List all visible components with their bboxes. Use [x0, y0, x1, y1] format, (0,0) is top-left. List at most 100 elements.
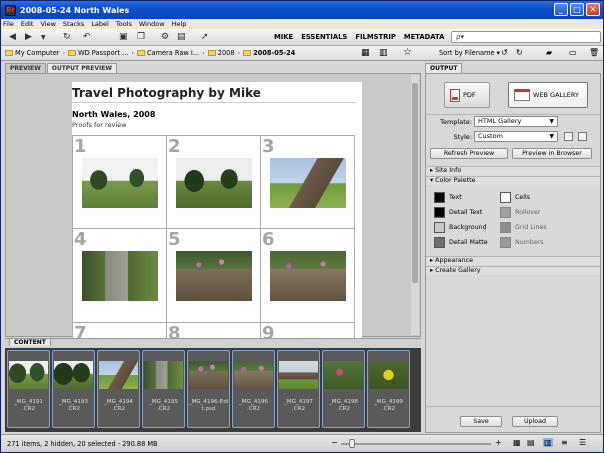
content-thumbnail[interactable]: _MG_4196-Edi t.psd [187, 350, 230, 428]
gallery-cell[interactable]: 4 [73, 229, 167, 323]
photo-thumbnail[interactable] [82, 158, 158, 208]
workspace-essentials[interactable]: ESSENTIALS [301, 33, 347, 41]
tab-content[interactable]: CONTENT [9, 338, 51, 346]
save-button[interactable]: Save [460, 416, 502, 427]
crumb-my-computer[interactable]: My Computer [5, 49, 59, 57]
crumb-2008[interactable]: 2008 [207, 49, 235, 57]
content-thumbnail[interactable]: _MG_4195 .CR2 [142, 350, 185, 428]
content-thumbnail[interactable]: _MG_4191 .CR2 [7, 350, 50, 428]
maximize-button[interactable]: □ [570, 3, 584, 16]
photo-thumbnail[interactable] [176, 251, 252, 301]
view-list-alt-icon[interactable]: ☰ [579, 438, 586, 447]
crumb-camera-raw[interactable]: Camera Raw I... [136, 49, 199, 57]
new-folder-icon[interactable]: ▰ [546, 48, 552, 57]
swatch-cells[interactable]: Cells [500, 192, 530, 203]
preview-scrollbar[interactable] [411, 75, 419, 335]
photo-thumbnail[interactable] [270, 251, 346, 301]
section-color-palette[interactable]: ▾ Color Palette [426, 176, 600, 185]
preview-in-browser-button[interactable]: Preview in Browser [512, 148, 592, 159]
view-details-icon[interactable]: ▥ [543, 438, 553, 447]
content-thumbnail[interactable]: _MG_4197 .CR2 [277, 350, 320, 428]
menu-help[interactable]: Help [172, 20, 187, 28]
gallery-cell[interactable]: 2 [167, 135, 261, 229]
menu-view[interactable]: View [40, 20, 55, 28]
forward-arrow-icon[interactable]: ▶ [25, 32, 32, 42]
camera-download-icon[interactable]: ▣ [119, 32, 128, 42]
view-thumbnails-icon[interactable]: ▤ [527, 438, 535, 447]
color-swatch[interactable] [434, 207, 445, 218]
thumbnail-size-slider[interactable] [341, 443, 491, 445]
search-input[interactable]: ρ▾ [451, 31, 601, 43]
scroll-thumb[interactable] [412, 83, 418, 283]
save-style-icon[interactable] [564, 132, 573, 141]
color-swatch[interactable] [500, 222, 511, 233]
boomerang-icon[interactable]: ↶ [83, 32, 91, 42]
swatch-grid-lines[interactable]: Grid Lines [500, 222, 547, 233]
tab-output-preview[interactable]: OUTPUT PREVIEW [46, 63, 117, 73]
star-rating-filter-icon[interactable]: ☆ [403, 47, 412, 58]
section-site-info[interactable]: ▸ Site Info [426, 166, 600, 175]
content-thumbnail[interactable]: _MG_4198 .CR2 [322, 350, 365, 428]
section-appearance[interactable]: ▸ Appearance [426, 256, 600, 265]
camera-raw-icon[interactable]: ⚙ [161, 32, 169, 42]
content-thumbnail[interactable]: _MG_4194 .CR2 [97, 350, 140, 428]
gallery-cell[interactable]: 3 [261, 135, 355, 229]
upload-button[interactable]: Upload [512, 416, 558, 427]
color-swatch[interactable] [434, 192, 445, 203]
rotate-left-icon[interactable]: ↺ [501, 48, 508, 57]
workspace-mike[interactable]: MIKE [274, 33, 293, 41]
photo-thumbnail[interactable] [176, 158, 252, 208]
history-dropdown-icon[interactable]: ▼ [41, 34, 46, 41]
menu-stacks[interactable]: Stacks [63, 20, 84, 28]
swatch-text[interactable]: Text [434, 192, 462, 203]
back-arrow-icon[interactable]: ◀ [9, 32, 16, 42]
web-gallery-button[interactable]: WEB GALLERY [508, 82, 588, 108]
zoom-in-icon[interactable]: + [495, 438, 502, 447]
output-arrow-icon[interactable]: ➚ [201, 32, 209, 42]
swatch-detail-matte[interactable]: Detail Matte [434, 237, 488, 248]
view-list-icon[interactable]: ≡ [561, 438, 568, 447]
close-button[interactable]: ✕ [586, 3, 600, 16]
workspace-metadata[interactable]: METADATA [404, 33, 445, 41]
delete-icon[interactable]: 🗑 [589, 48, 599, 57]
menu-edit[interactable]: Edit [21, 20, 34, 28]
reveal-recent-icon[interactable]: ↻ [63, 32, 71, 42]
tab-preview[interactable]: PREVIEW [5, 63, 46, 73]
crumb-wd-passport[interactable]: WD Passport ... [68, 49, 128, 57]
gallery-cell[interactable]: 1 [73, 135, 167, 229]
sort-by-dropdown[interactable]: Sort by Filename ▾ [439, 49, 500, 57]
color-swatch[interactable] [500, 237, 511, 248]
workspace-filmstrip[interactable]: FILMSTRIP [355, 33, 396, 41]
swatch-background[interactable]: Background [434, 222, 487, 233]
open-in-icon[interactable]: ▤ [177, 32, 186, 42]
bridge-app-icon[interactable]: Br [5, 4, 16, 16]
view-options-icon[interactable]: ▥ [379, 48, 388, 58]
gallery-cell[interactable]: 6 [261, 229, 355, 323]
gallery-cell[interactable]: 5 [167, 229, 261, 323]
lock-grid-icon[interactable]: ▦ [513, 438, 521, 447]
menu-label[interactable]: Label [91, 20, 109, 28]
crumb-2008-05-24[interactable]: 2008-05-24 [243, 49, 295, 57]
color-swatch[interactable] [500, 192, 511, 203]
swatch-detail-text[interactable]: Detail Text [434, 207, 482, 218]
refine-icon[interactable]: ❐ [137, 32, 145, 42]
minimize-button[interactable]: _ [554, 3, 568, 16]
content-thumbnail[interactable]: _MG_4199 .CR2 [367, 350, 410, 428]
swatch-rollover[interactable]: Rollover [500, 207, 541, 218]
rotate-right-icon[interactable]: ↻ [516, 48, 523, 57]
slider-thumb[interactable] [349, 439, 355, 448]
open-recent-icon[interactable]: ▭ [569, 48, 577, 57]
menu-tools[interactable]: Tools [116, 20, 132, 28]
photo-thumbnail[interactable] [82, 251, 158, 301]
color-swatch[interactable] [434, 222, 445, 233]
menu-file[interactable]: File [3, 20, 14, 28]
swatch-numbers[interactable]: Numbers [500, 237, 544, 248]
delete-style-icon[interactable] [578, 132, 587, 141]
color-swatch[interactable] [500, 207, 511, 218]
content-thumbnail[interactable]: _MG_4196 .CR2 [232, 350, 275, 428]
pdf-button[interactable]: PDF [444, 82, 490, 108]
content-thumbnail[interactable]: _MG_4193 .CR2 [52, 350, 95, 428]
zoom-out-icon[interactable]: − [331, 438, 338, 447]
view-grid-icon[interactable]: ▦ [361, 48, 370, 58]
menu-window[interactable]: Window [139, 20, 165, 28]
